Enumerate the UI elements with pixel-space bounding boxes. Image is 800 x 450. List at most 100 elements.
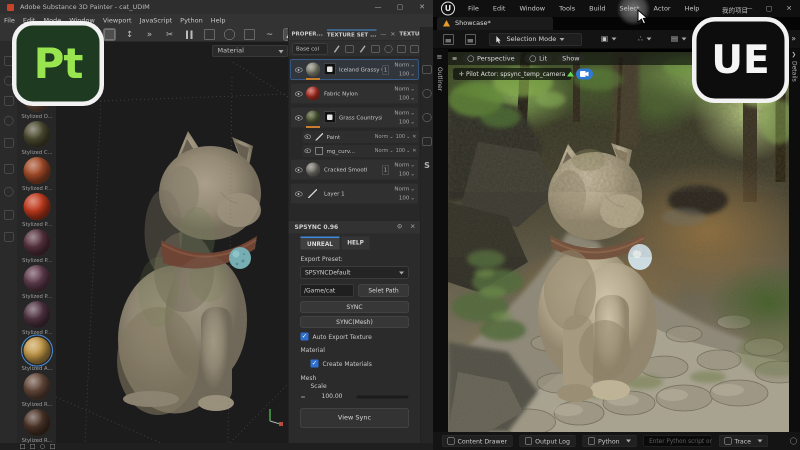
projection-tool-icon[interactable] <box>224 28 235 40</box>
tab-texture-set[interactable]: TEXTURE SET ... <box>326 29 377 38</box>
smudge-tool-icon[interactable]: ~ <box>264 29 275 40</box>
sublayer-meta[interactable]: Norm100✕ <box>373 134 417 140</box>
details-tab[interactable]: Details <box>791 61 798 82</box>
ue-close-button[interactable]: ✕ <box>778 0 800 14</box>
next-tool-icon[interactable]: » <box>144 29 155 40</box>
shelf-material[interactable]: Stylized P... <box>21 157 53 192</box>
opacity-value[interactable]: 100 <box>399 119 415 126</box>
ue-menu-tools[interactable]: Tools <box>559 5 575 13</box>
sp-minimize-button[interactable]: — <box>367 0 389 14</box>
tab-unreal[interactable]: UNREAL <box>300 236 340 250</box>
visibility-eye-icon[interactable] <box>295 91 303 97</box>
create-materials-checkbox[interactable]: ✓ <box>310 359 319 368</box>
layer-mask-thumb[interactable] <box>324 63 336 75</box>
tool-icon[interactable] <box>4 96 14 106</box>
auto-export-checkbox[interactable]: ✓ <box>300 332 309 341</box>
panel-close-icon[interactable]: ✕ <box>390 30 395 37</box>
ue-menu-file[interactable]: File <box>468 5 479 13</box>
visibility-eye-icon[interactable] <box>295 167 303 173</box>
tool-icon[interactable] <box>4 138 14 148</box>
ue-menu-window[interactable]: Window <box>519 5 545 13</box>
sp-menu-file[interactable]: File <box>4 17 15 25</box>
tool-icon[interactable] <box>4 116 14 126</box>
viewport-display-mode-dropdown[interactable]: Material <box>212 45 288 57</box>
view-sync-button[interactable]: View Sync <box>300 408 409 428</box>
shader-settings-icon[interactable] <box>422 89 432 98</box>
toolbar-overflow-icon[interactable]: » <box>791 34 796 43</box>
level-tab[interactable]: Showcase* <box>437 17 553 30</box>
layer-row[interactable]: Layer 1 Norm 100 <box>290 183 419 204</box>
pilot-camera-button[interactable] <box>576 68 593 80</box>
history-icon[interactable] <box>422 113 432 122</box>
trash-icon[interactable] <box>410 44 419 53</box>
blend-mode[interactable]: Norm <box>394 162 415 169</box>
stamp-icon[interactable] <box>345 44 354 53</box>
visibility-eye-icon[interactable] <box>295 115 303 121</box>
tool-icon[interactable] <box>4 187 14 197</box>
visibility-eye-icon[interactable] <box>295 67 303 73</box>
ue-menu-build[interactable]: Build <box>589 5 605 13</box>
fill-icon[interactable] <box>371 44 380 53</box>
tab-help[interactable]: HELP <box>341 236 370 250</box>
shelf-view-icon[interactable] <box>20 444 25 449</box>
substance-share-icon[interactable]: S <box>423 161 432 170</box>
selection-mode-dropdown[interactable]: Selection Mode <box>489 33 582 46</box>
pen-icon[interactable] <box>333 45 341 53</box>
layer-row[interactable]: Grass Countryside Norm 100 <box>290 107 419 128</box>
tool-icon[interactable] <box>4 210 14 220</box>
layer-row[interactable]: Iceland Grassy C... 1 Norm 100 <box>290 59 419 80</box>
remove-icon[interactable]: ✕ <box>412 148 416 154</box>
gear-icon[interactable]: ⚙ <box>397 223 403 231</box>
sp-menu-python[interactable]: Python <box>180 17 203 25</box>
blueprints-icon[interactable]: ∴ <box>638 34 652 43</box>
python-dropdown[interactable]: Python <box>582 435 637 447</box>
export-icon[interactable] <box>4 164 14 174</box>
sublayer-row[interactable]: mg_curv... Norm100✕ <box>302 145 419 157</box>
visibility-eye-icon[interactable] <box>304 148 311 153</box>
ue-maximize-button[interactable]: ▢ <box>758 0 780 14</box>
shelf-view-icon[interactable] <box>30 444 35 449</box>
ue-3d-viewport[interactable]: ≡ Perspective Lit Show 10 ✛ Pilot Actor:… <box>448 52 789 432</box>
sublayer-meta[interactable]: Norm100✕ <box>373 148 417 154</box>
blend-mode[interactable]: Norm <box>394 186 415 193</box>
shelf-material[interactable]: Stylized R... <box>21 373 53 408</box>
opacity-value[interactable]: 100 <box>399 171 415 178</box>
blend-mode[interactable]: Norm <box>394 86 415 93</box>
outliner-menu-icon[interactable]: ≡ <box>437 53 443 61</box>
brush-icon[interactable] <box>359 45 367 53</box>
export-preset-dropdown[interactable]: SPSYNCDefault <box>300 266 409 279</box>
opacity-value[interactable]: 100 <box>399 71 415 78</box>
ue-menu-actor[interactable]: Actor <box>654 5 671 13</box>
ue-menu-edit[interactable]: Edit <box>493 5 506 13</box>
remove-icon[interactable]: ✕ <box>412 134 416 140</box>
scale-slider[interactable]: = 100.00 <box>301 393 409 401</box>
shelf-sort-icon[interactable] <box>50 444 55 449</box>
visibility-eye-icon[interactable] <box>304 134 311 139</box>
layer-row[interactable]: Cracked Smooth Rock ... 1 Norm 100 <box>290 159 419 180</box>
layer-mask-thumb[interactable] <box>324 111 336 123</box>
cut-tool-icon[interactable]: ✂ <box>164 29 175 40</box>
game-path-field[interactable]: /Game/cat <box>300 284 354 297</box>
sublayer-row[interactable]: Paint Norm100✕ <box>302 131 419 143</box>
output-log-button[interactable]: Output Log <box>519 435 576 447</box>
shelf-material[interactable]: Stylized P... <box>21 193 53 228</box>
shelf-material[interactable]: Stylized C... <box>21 121 53 156</box>
marquee-tool-icon[interactable] <box>204 28 215 40</box>
expand-icon[interactable]: ❯ <box>792 51 797 58</box>
transform-tool-icon[interactable] <box>103 27 116 41</box>
perspective-dropdown[interactable]: Perspective <box>462 53 520 64</box>
tab-properties[interactable]: PROPER... <box>292 31 323 38</box>
import-icon[interactable] <box>465 34 476 45</box>
shelf-filter-icon[interactable] <box>40 444 45 449</box>
cinematics-icon[interactable]: ▤ <box>671 34 687 43</box>
opacity-value[interactable]: 100 <box>399 95 415 102</box>
sp-menu-javascript[interactable]: JavaScript <box>140 17 173 25</box>
notifications-bell-icon[interactable] <box>790 437 797 445</box>
folder-icon[interactable] <box>397 44 406 53</box>
shelf-material[interactable]: Stylized P... <box>21 265 53 300</box>
swap-tool-icon[interactable]: ↕ <box>124 29 135 40</box>
sync-mesh-button[interactable]: SYNC(Mesh) <box>300 316 409 328</box>
viewport-menu-icon[interactable]: ≡ <box>452 55 457 63</box>
channel-dropdown[interactable]: Base col <box>292 43 328 55</box>
lit-dropdown[interactable]: Lit <box>524 53 553 64</box>
